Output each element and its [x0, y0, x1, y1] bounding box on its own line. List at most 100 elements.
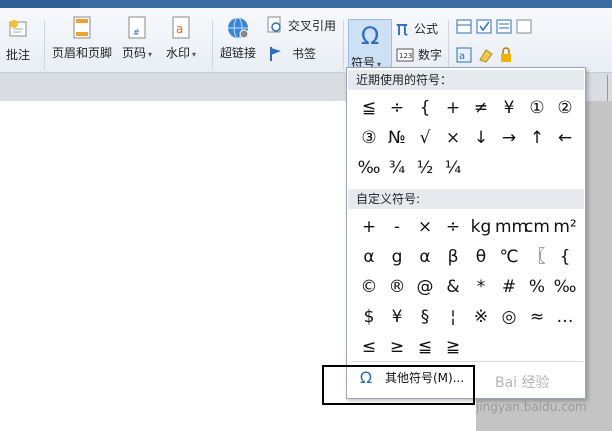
edit-controls-icon-row[interactable]: a	[456, 46, 518, 64]
number-button[interactable]: 123 数字	[396, 46, 442, 63]
symbol-cell[interactable]: @	[411, 273, 439, 301]
symbol-cell[interactable]: α	[355, 243, 383, 271]
symbol-cell[interactable]: mm	[495, 213, 528, 241]
comment-icon	[9, 20, 27, 37]
symbol-cell[interactable]: ¾	[383, 154, 411, 182]
header-footer-label: 页眉和页脚	[52, 46, 113, 60]
symbol-cell[interactable]: ≦	[355, 94, 383, 122]
symbol-cell[interactable]: α	[411, 243, 439, 271]
symbol-cell[interactable]: №	[383, 124, 411, 152]
eraser-icon	[479, 49, 493, 63]
watermark-brand: Bai 经验	[495, 375, 550, 391]
bookmark-flag-icon	[270, 46, 281, 61]
list-box-icon	[496, 19, 512, 34]
symbol-cell[interactable]: -	[383, 213, 411, 241]
cross-reference-icon	[267, 16, 281, 33]
divider	[212, 20, 213, 70]
symbol-dropdown-panel: 近期使用的符号： ≦ ÷{+ ≠ ¥ ① ② ③ № √ × ↓ → ↑ ← ‰ ¾ ½ ¼ 自定义符号: + - ×…	[346, 67, 586, 399]
symbol-cell[interactable]: →	[495, 124, 523, 152]
symbol-cell[interactable]: β	[439, 243, 467, 271]
symbol-cell[interactable]: √	[411, 124, 439, 152]
symbol-cell[interactable]: *	[467, 273, 495, 301]
lock-icon	[501, 47, 511, 62]
cross-reference-button[interactable]: 交叉引用	[266, 16, 336, 34]
symbol-cell[interactable]: ¥	[383, 303, 411, 331]
symbol-cell[interactable]: cm	[523, 213, 551, 241]
symbol-cell[interactable]: §	[411, 303, 439, 331]
symbol-cell[interactable]: ®	[383, 273, 411, 301]
symbol-cell[interactable]: ×	[411, 213, 439, 241]
formula-label: 公式	[414, 21, 439, 36]
symbol-cell[interactable]: …	[551, 303, 579, 331]
svg-text:#: #	[133, 28, 140, 37]
watermark-icon: a	[172, 16, 190, 39]
form-controls-icon-row[interactable]	[456, 18, 538, 36]
symbol-cell[interactable]: ¼	[439, 154, 467, 182]
symbol-cell[interactable]: ‰	[355, 154, 383, 182]
symbol-cell[interactable]: ‰	[551, 273, 579, 301]
symbol-cell[interactable]: $	[355, 303, 383, 331]
symbol-cell[interactable]: 〖	[523, 243, 551, 271]
symbol-cell[interactable]: ¦	[439, 303, 467, 331]
checkbox-icon	[476, 19, 492, 34]
globe-link-icon	[228, 17, 249, 39]
hyperlink-button[interactable]: 超链接	[220, 16, 256, 61]
symbol-cell[interactable]: +	[355, 213, 383, 241]
page-number-button[interactable]: # 页码 ▾	[122, 16, 152, 61]
symbol-cell[interactable]: θ	[467, 243, 495, 271]
divider	[448, 20, 449, 70]
bookmark-button[interactable]: 书签	[268, 45, 316, 62]
symbol-cell[interactable]: ※	[467, 303, 495, 331]
symbol-cell[interactable]: {	[411, 94, 439, 122]
scrollbar-edge	[607, 75, 608, 101]
symbol-cell[interactable]: {	[551, 243, 579, 271]
header-footer-button[interactable]: 页眉和页脚	[52, 16, 112, 61]
svg-text:123: 123	[399, 52, 412, 60]
custom-symbols-heading: 自定义符号:	[348, 189, 584, 209]
symbol-cell[interactable]: +	[439, 94, 467, 122]
comment-button[interactable]: 批注	[6, 18, 30, 63]
symbol-cell[interactable]: kg	[467, 213, 495, 241]
symbol-cell[interactable]: ↑	[523, 124, 551, 152]
recent-symbols-heading: 近期使用的符号：	[348, 70, 584, 90]
omega-icon: Ω	[360, 22, 380, 50]
symbol-cell[interactable]: #	[495, 273, 523, 301]
symbol-cell[interactable]: ÷	[383, 94, 411, 122]
symbol-cell[interactable]: %	[523, 273, 551, 301]
symbol-cell[interactable]: ②	[551, 94, 579, 122]
symbol-cell[interactable]: ©	[355, 273, 383, 301]
cross-reference-label: 交叉引用	[288, 18, 337, 33]
menu-separator	[351, 361, 583, 362]
symbol-cell[interactable]: ←	[551, 124, 579, 152]
symbol-cell[interactable]: ◎	[495, 303, 523, 331]
watermark-button[interactable]: a 水印 ▾	[166, 16, 196, 61]
symbol-cell[interactable]: ¥	[495, 94, 523, 122]
symbol-cell[interactable]: ③	[355, 124, 383, 152]
symbol-cell[interactable]: ↓	[467, 124, 495, 152]
watermark-url: jingyan.baidu.com	[476, 400, 587, 414]
ribbon-toolbar: 批注 页眉和页脚 # 页码 ▾ a 水印 ▾ 超链接 交叉引用 书签 Ω 符号 ▾ π…	[0, 8, 612, 75]
symbol-cell[interactable]: ①	[523, 94, 551, 122]
symbol-cell[interactable]: m²	[551, 213, 579, 241]
symbol-cell[interactable]: ÷	[439, 213, 467, 241]
symbol-cell[interactable]: ≦	[411, 333, 439, 361]
symbol-cell[interactable]: ≈	[523, 303, 551, 331]
symbol-cell[interactable]: ≠	[467, 94, 495, 122]
formula-button[interactable]: π 公式	[396, 16, 438, 40]
comment-label: 批注	[6, 48, 31, 62]
symbol-cell[interactable]: &	[439, 273, 467, 301]
divider	[44, 20, 45, 70]
symbol-cell[interactable]: ℃	[495, 243, 523, 271]
page-number-icon: #	[128, 16, 146, 39]
page-number-label: 页码 ▾	[122, 46, 153, 60]
symbol-cell[interactable]: g	[383, 243, 411, 271]
symbol-cell[interactable]: ≥	[383, 333, 411, 361]
symbol-cell[interactable]: ≧	[439, 333, 467, 361]
svg-text:a: a	[176, 22, 183, 36]
title-tab	[0, 0, 80, 8]
symbol-cell[interactable]: ½	[411, 154, 439, 182]
symbol-cell[interactable]: ×	[439, 124, 467, 152]
divider	[343, 20, 344, 70]
title-bar	[0, 0, 612, 8]
symbol-cell[interactable]: ≤	[355, 333, 383, 361]
